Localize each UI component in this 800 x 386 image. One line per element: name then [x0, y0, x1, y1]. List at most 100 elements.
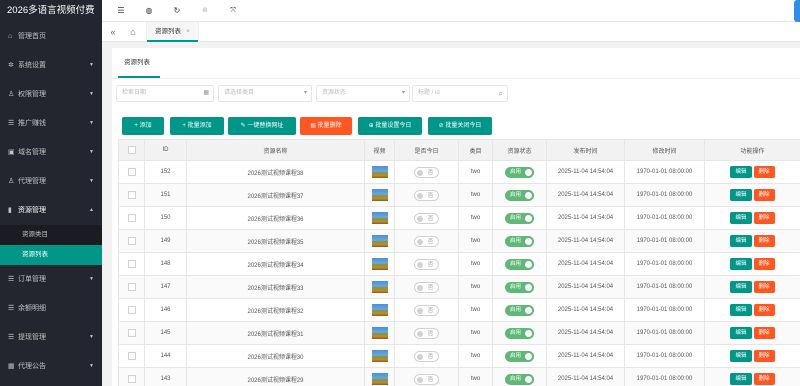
row-checkbox[interactable] — [127, 191, 136, 199]
sidebar-subitem[interactable]: 资源列表 — [0, 245, 102, 265]
row-checkbox[interactable] — [127, 352, 136, 360]
sidebar-item-order[interactable]: ☰ 订单管理 ▼ — [0, 265, 102, 294]
delete-button[interactable]: 删除 — [753, 166, 775, 178]
row-checkbox[interactable] — [127, 168, 136, 176]
table-row[interactable]: 147 2026测试视频课程33 否 two 启用 2025-11-04 14:54:04… — [118, 275, 800, 299]
sidebar-item-gear[interactable]: ✲ 系统设置 ▼ — [0, 51, 102, 80]
today-toggle[interactable]: 否 — [413, 235, 440, 247]
edit-button[interactable]: 编辑 — [730, 350, 752, 362]
status-toggle[interactable]: 启用 — [504, 258, 534, 270]
edit-button[interactable]: 编辑 — [730, 189, 752, 201]
table-row[interactable]: 146 2026测试视频课程32 否 two 启用 2025-11-04 14:54:04… — [118, 298, 800, 322]
select-all-checkbox[interactable] — [127, 146, 136, 154]
today-toggle[interactable]: 否 — [413, 189, 440, 201]
user-badge[interactable] — [794, 0, 800, 22]
replace-url-button[interactable]: ✎ 一键替换网址 — [228, 117, 296, 135]
today-toggle[interactable]: 否 — [413, 350, 440, 362]
status-toggle[interactable]: 启用 — [504, 350, 534, 362]
clear-icon[interactable]: ♲ — [198, 4, 212, 18]
video-thumbnail[interactable] — [371, 166, 388, 178]
status-toggle[interactable]: 启用 — [504, 189, 534, 201]
table-row[interactable]: 152 2026测试视频课程38 否 two 启用 2025-11-04 14:54:04… — [118, 160, 800, 184]
today-toggle[interactable]: 否 — [413, 166, 440, 178]
delete-button[interactable]: 删除 — [753, 327, 775, 339]
row-checkbox[interactable] — [127, 375, 136, 383]
tab-resource-list[interactable]: 资源列表 × — [146, 22, 199, 42]
today-toggle[interactable]: 否 — [413, 281, 440, 293]
table-row[interactable]: 151 2026测试视频课程37 否 two 启用 2025-11-04 14:54:04… — [118, 183, 800, 207]
video-thumbnail[interactable] — [371, 258, 388, 270]
refresh-icon[interactable]: ↻ — [170, 4, 184, 18]
batch-add-button[interactable]: + 批量添加 — [170, 117, 224, 135]
sidebar-item-resource[interactable]: ▮ 资源管理 ▲ — [0, 196, 102, 225]
delete-button[interactable]: 删除 — [753, 212, 775, 224]
sidebar-item-withdraw[interactable]: ☰ 提现管理 ▼ — [0, 323, 102, 352]
row-checkbox[interactable] — [127, 237, 136, 245]
table-row[interactable]: 150 2026测试视频课程36 否 two 启用 2025-11-04 14:54:04… — [118, 206, 800, 230]
status-toggle[interactable]: 启用 — [504, 304, 534, 316]
video-thumbnail[interactable] — [371, 327, 388, 339]
video-thumbnail[interactable] — [371, 350, 388, 362]
search-icon[interactable]: ⌕ — [499, 86, 503, 101]
row-checkbox[interactable] — [127, 329, 136, 337]
tabs-scroll-left-icon[interactable]: « — [106, 25, 120, 39]
delete-button[interactable]: 删除 — [753, 304, 775, 316]
sidebar-item-notice[interactable]: ▦ 代理公告 ▼ — [0, 352, 102, 381]
delete-button[interactable]: 删除 — [753, 189, 775, 201]
today-toggle[interactable]: 否 — [413, 212, 440, 224]
sidebar-item-users[interactable]: ♙ 权限管理 ▼ — [0, 80, 102, 109]
status-toggle[interactable]: 启用 — [504, 166, 534, 178]
edit-button[interactable]: 编辑 — [730, 281, 752, 293]
status-toggle[interactable]: 启用 — [504, 212, 534, 224]
delete-button[interactable]: 删除 — [753, 281, 775, 293]
fullscreen-icon[interactable]: ⤧ — [226, 4, 240, 18]
table-row[interactable]: 149 2026测试视频课程35 否 two 启用 2025-11-04 14:54:04… — [118, 229, 800, 253]
video-thumbnail[interactable] — [371, 235, 388, 247]
table-row[interactable]: 148 2026测试视频课程34 否 two 启用 2025-11-04 14:54:04… — [118, 252, 800, 276]
edit-button[interactable]: 编辑 — [730, 258, 752, 270]
status-toggle[interactable]: 启用 — [504, 235, 534, 247]
delete-button[interactable]: 删除 — [753, 350, 775, 362]
today-toggle[interactable]: 否 — [413, 304, 440, 316]
status-select[interactable]: 资源状态 ▾ — [316, 85, 410, 102]
date-filter-input[interactable]: 检索日期 ▦ — [116, 85, 214, 102]
sidebar-subitem[interactable]: 资源类目 — [0, 225, 102, 245]
edit-button[interactable]: 编辑 — [730, 235, 752, 247]
delete-button[interactable]: 删除 — [753, 235, 775, 247]
sidebar-item-domain[interactable]: ▣ 域名管理 ▼ — [0, 138, 102, 167]
table-row[interactable]: 143 2026测试视频课程29 否 two 启用 2025-11-04 14:54:04… — [118, 367, 800, 386]
video-thumbnail[interactable] — [371, 304, 388, 316]
row-checkbox[interactable] — [127, 306, 136, 314]
row-checkbox[interactable] — [127, 214, 136, 222]
today-toggle[interactable]: 否 — [413, 258, 440, 270]
row-checkbox[interactable] — [127, 260, 136, 268]
batch-delete-button[interactable]: ▤ 批量删除 — [300, 117, 352, 135]
row-checkbox[interactable] — [127, 283, 136, 291]
video-thumbnail[interactable] — [371, 189, 388, 201]
edit-button[interactable]: 编辑 — [730, 166, 752, 178]
edit-button[interactable]: 编辑 — [730, 327, 752, 339]
video-thumbnail[interactable] — [371, 212, 388, 224]
today-toggle[interactable]: 否 — [413, 327, 440, 339]
status-toggle[interactable]: 启用 — [504, 327, 534, 339]
table-row[interactable]: 144 2026测试视频课程30 否 two 启用 2025-11-04 14:54:04… — [118, 344, 800, 368]
close-icon[interactable]: × — [186, 28, 190, 35]
video-thumbnail[interactable] — [371, 373, 388, 385]
today-toggle[interactable]: 否 — [413, 373, 440, 385]
video-thumbnail[interactable] — [371, 281, 388, 293]
table-row[interactable]: 145 2026测试视频课程31 否 two 启用 2025-11-04 14:54:04… — [118, 321, 800, 345]
batch-set-today-button[interactable]: ⊕ 批量设置今日 — [358, 117, 422, 135]
globe-icon[interactable]: ◍ — [142, 4, 156, 18]
delete-button[interactable]: 删除 — [753, 373, 775, 385]
sidebar-item-balance[interactable]: ☰ 余额明细 — [0, 294, 102, 323]
sidebar-item-agent[interactable]: ♙ 代理管理 ▼ — [0, 167, 102, 196]
delete-button[interactable]: 删除 — [753, 258, 775, 270]
add-button[interactable]: + 添加 — [122, 117, 164, 135]
edit-button[interactable]: 编辑 — [730, 373, 752, 385]
category-select[interactable]: 请选择类目 ▾ — [218, 85, 312, 102]
edit-button[interactable]: 编辑 — [730, 304, 752, 316]
card-tab-title[interactable]: 资源列表 — [118, 48, 156, 78]
status-toggle[interactable]: 启用 — [504, 281, 534, 293]
status-toggle[interactable]: 启用 — [504, 373, 534, 385]
home-tab-icon[interactable]: ⌂ — [126, 25, 140, 39]
